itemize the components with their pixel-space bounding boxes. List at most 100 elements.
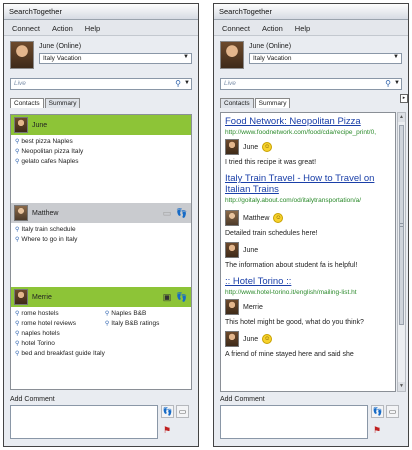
app-title: SearchTogether xyxy=(9,7,62,16)
resize-handle-icon[interactable]: ▸ xyxy=(400,94,408,103)
query-item[interactable]: ⚲ Where to go in Italy xyxy=(15,235,187,245)
session-value: Italy Vacation xyxy=(253,55,292,62)
search-icon[interactable]: ⚲ xyxy=(175,79,181,88)
comment-text: This hotel might be good, what do you th… xyxy=(225,319,364,326)
web-page-icon[interactable]: ▭ xyxy=(161,207,173,220)
avatar xyxy=(225,299,239,315)
query-item[interactable]: ⚲ rome hotel reviews xyxy=(15,319,105,329)
query-item[interactable]: ⚲ Naples B&B xyxy=(105,309,187,319)
query-item[interactable]: ⚲ Neopolitan pizza Italy xyxy=(15,147,187,157)
user-box: June (Online) Italy Vacation ▼ xyxy=(4,36,198,76)
web-page-icon[interactable]: ▭ xyxy=(176,405,189,418)
comment-byline: June xyxy=(225,242,391,258)
page-url: http://www.foodnetwork.com/food/cda/reci… xyxy=(225,129,377,136)
scrollbar[interactable]: ▲ ▼ xyxy=(397,112,406,392)
avatar xyxy=(10,41,34,69)
menu-bar: Connect Action Help xyxy=(4,20,198,36)
web-page-icon[interactable]: ▣ xyxy=(161,291,173,304)
avatar xyxy=(220,41,244,69)
comment-user: Merrie xyxy=(243,303,263,311)
menu-action[interactable]: Action xyxy=(52,24,73,33)
query-icon: ⚲ xyxy=(15,341,20,347)
session-select[interactable]: Italy Vacation ▼ xyxy=(249,53,402,64)
footprint-icon[interactable]: 👣 xyxy=(161,405,174,418)
comment-input[interactable] xyxy=(220,405,368,439)
smiley-icon: ☺ xyxy=(262,142,273,152)
comment-byline: Merrie xyxy=(225,299,391,315)
comment-user: June xyxy=(243,335,259,343)
query-item[interactable]: ⚲ Italy train schedule xyxy=(15,225,187,235)
comment-input[interactable] xyxy=(10,405,158,439)
tab-summary[interactable]: Summary xyxy=(254,98,291,108)
flag-icon[interactable]: ⚑ xyxy=(163,424,173,436)
contact-name: Merrie xyxy=(32,293,52,301)
query-item[interactable]: ⚲ rome hostels xyxy=(15,309,105,319)
tab-contacts[interactable]: Contacts xyxy=(10,98,44,108)
comment-byline: Matthew ☺ xyxy=(225,210,391,226)
query-item[interactable]: ⚲ hotel Torino xyxy=(15,339,105,349)
contact-name: Matthew xyxy=(32,209,59,217)
chevron-down-icon[interactable]: ▼ xyxy=(394,80,400,86)
contact-header-merrie[interactable]: Merrie ▣ 👣 xyxy=(11,287,191,307)
session-select[interactable]: Italy Vacation ▼ xyxy=(39,53,192,64)
smiley-icon: ☺ xyxy=(262,334,273,344)
contact-header-june[interactable]: June xyxy=(11,115,191,135)
query-list: ⚲ Italy train schedule ⚲ Where to go in It… xyxy=(11,223,191,249)
query-icon: ⚲ xyxy=(104,321,110,327)
query-icon: ⚲ xyxy=(15,331,20,337)
chevron-down-icon: ▼ xyxy=(393,54,399,60)
avatar xyxy=(225,139,239,155)
avatar xyxy=(14,117,28,133)
avatar xyxy=(225,331,239,347)
title-bar: SearchTogether xyxy=(4,4,198,20)
menu-help[interactable]: Help xyxy=(295,24,310,33)
scrollbar-grip xyxy=(400,223,403,227)
chevron-down-icon: ▼ xyxy=(183,54,189,60)
query-item[interactable]: ⚲ gelato cafes Naples xyxy=(15,157,187,167)
query-icon: ⚲ xyxy=(15,237,20,243)
contact-name: June xyxy=(32,121,48,129)
query-item[interactable]: ⚲ naples hotels xyxy=(15,329,105,339)
add-comment-label: Add Comment xyxy=(220,396,265,403)
footprint-icon[interactable]: 👣 xyxy=(176,291,188,304)
flag-icon[interactable]: ⚑ xyxy=(373,424,383,436)
scroll-up-icon[interactable]: ▲ xyxy=(398,113,405,122)
page-link[interactable]: Italy Train Travel - How to Travel on It… xyxy=(225,173,391,195)
query-list: ⚲ rome hostels ⚲ rome hotel reviews ⚲ naple… xyxy=(11,307,191,363)
contact-header-matthew[interactable]: Matthew ▭ 👣 xyxy=(11,203,191,223)
query-list: ⚲ best pizza Naples ⚲ Neopolitan pizza Ita… xyxy=(11,135,191,171)
comment-user: June xyxy=(243,246,259,254)
summary-pane: Food Network: Neopolitan Pizza http://ww… xyxy=(220,112,396,392)
query-icon: ⚲ xyxy=(15,227,20,233)
web-page-icon[interactable]: ▭ xyxy=(386,405,399,418)
search-input[interactable]: Live ⚲ ▼ xyxy=(220,78,402,90)
comment-user: Matthew xyxy=(243,214,270,222)
user-status: June (Online) xyxy=(249,43,292,50)
query-icon: ⚲ xyxy=(15,149,20,155)
query-icon: ⚲ xyxy=(15,351,20,357)
avatar xyxy=(225,210,239,226)
query-item[interactable]: ⚲ bed and breakfast guide Italy xyxy=(15,349,105,359)
comment-byline: June ☺ xyxy=(225,331,391,347)
menu-action[interactable]: Action xyxy=(262,24,283,33)
tab-summary[interactable]: Summary xyxy=(44,98,81,108)
page-link[interactable]: Food Network: Neopolitan Pizza xyxy=(225,116,391,127)
menu-help[interactable]: Help xyxy=(85,24,100,33)
menu-bar: Connect Action Help xyxy=(214,20,408,36)
comment-byline: June ☺ xyxy=(225,139,391,155)
menu-connect[interactable]: Connect xyxy=(222,24,250,33)
scroll-down-icon[interactable]: ▼ xyxy=(398,382,405,391)
footprint-icon[interactable]: 👣 xyxy=(176,207,188,220)
search-input[interactable]: Live ⚲ ▼ xyxy=(10,78,192,90)
page-link[interactable]: :: Hotel Torino :: xyxy=(225,276,391,287)
query-item[interactable]: ⚲ best pizza Naples xyxy=(15,137,187,147)
avatar xyxy=(14,205,28,221)
tab-contacts[interactable]: Contacts xyxy=(220,98,254,108)
query-item[interactable]: ⚲ Italy B&B ratings xyxy=(105,319,187,329)
search-icon[interactable]: ⚲ xyxy=(385,79,391,88)
chevron-down-icon[interactable]: ▼ xyxy=(184,80,190,86)
comment-text: Detailed train schedules here! xyxy=(225,230,318,237)
footprint-icon[interactable]: 👣 xyxy=(371,405,384,418)
menu-connect[interactable]: Connect xyxy=(12,24,40,33)
add-comment-area: Add Comment 👣 ▭ ⚑ xyxy=(10,396,192,444)
